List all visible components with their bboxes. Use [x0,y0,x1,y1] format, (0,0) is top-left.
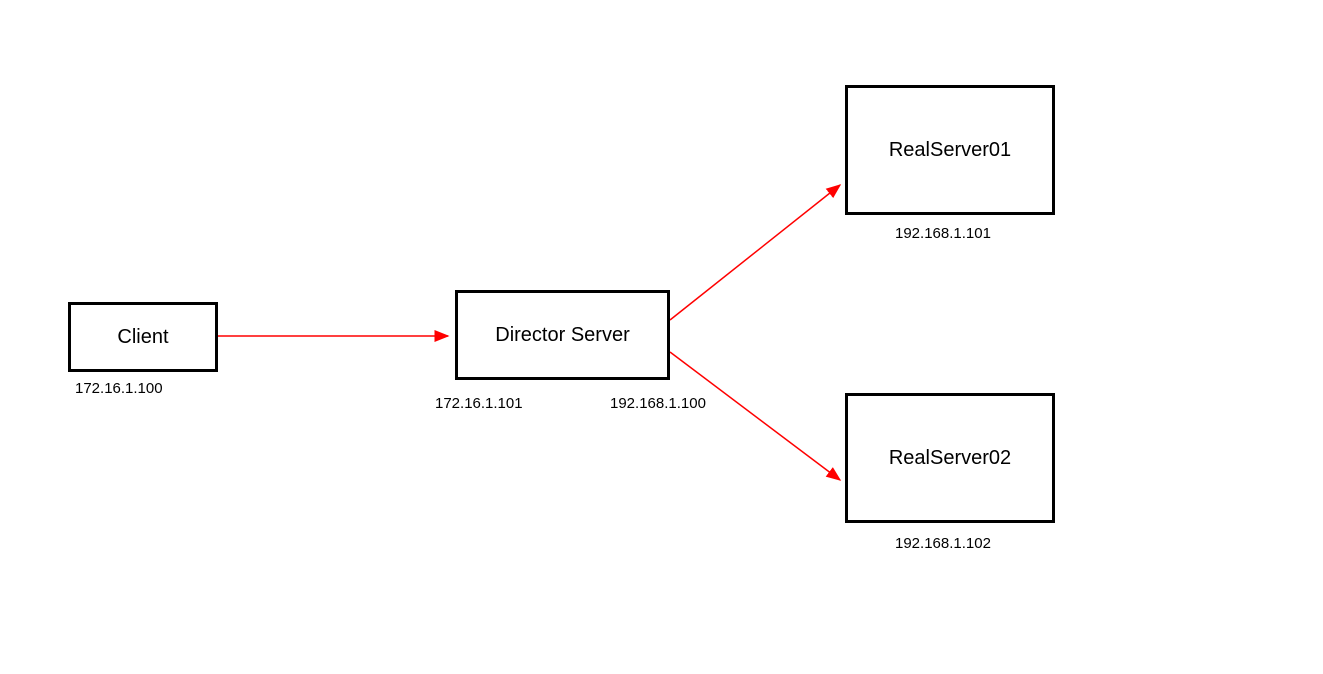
ip-rs2: 192.168.1.102 [895,535,991,552]
node-client: Client [68,302,218,372]
arrow-director-to-rs1 [670,185,840,320]
node-rs2-label: RealServer02 [889,447,1011,470]
node-director-label: Director Server [495,324,629,347]
node-rs1-label: RealServer01 [889,139,1011,162]
ip-director-left: 172.16.1.101 [435,395,523,412]
ip-rs1: 192.168.1.101 [895,225,991,242]
node-rs2: RealServer02 [845,393,1055,523]
ip-director-right: 192.168.1.100 [610,395,706,412]
node-rs1: RealServer01 [845,85,1055,215]
arrow-director-to-rs2 [670,352,840,480]
node-client-label: Client [117,326,168,349]
node-director: Director Server [455,290,670,380]
ip-client: 172.16.1.100 [75,380,163,397]
